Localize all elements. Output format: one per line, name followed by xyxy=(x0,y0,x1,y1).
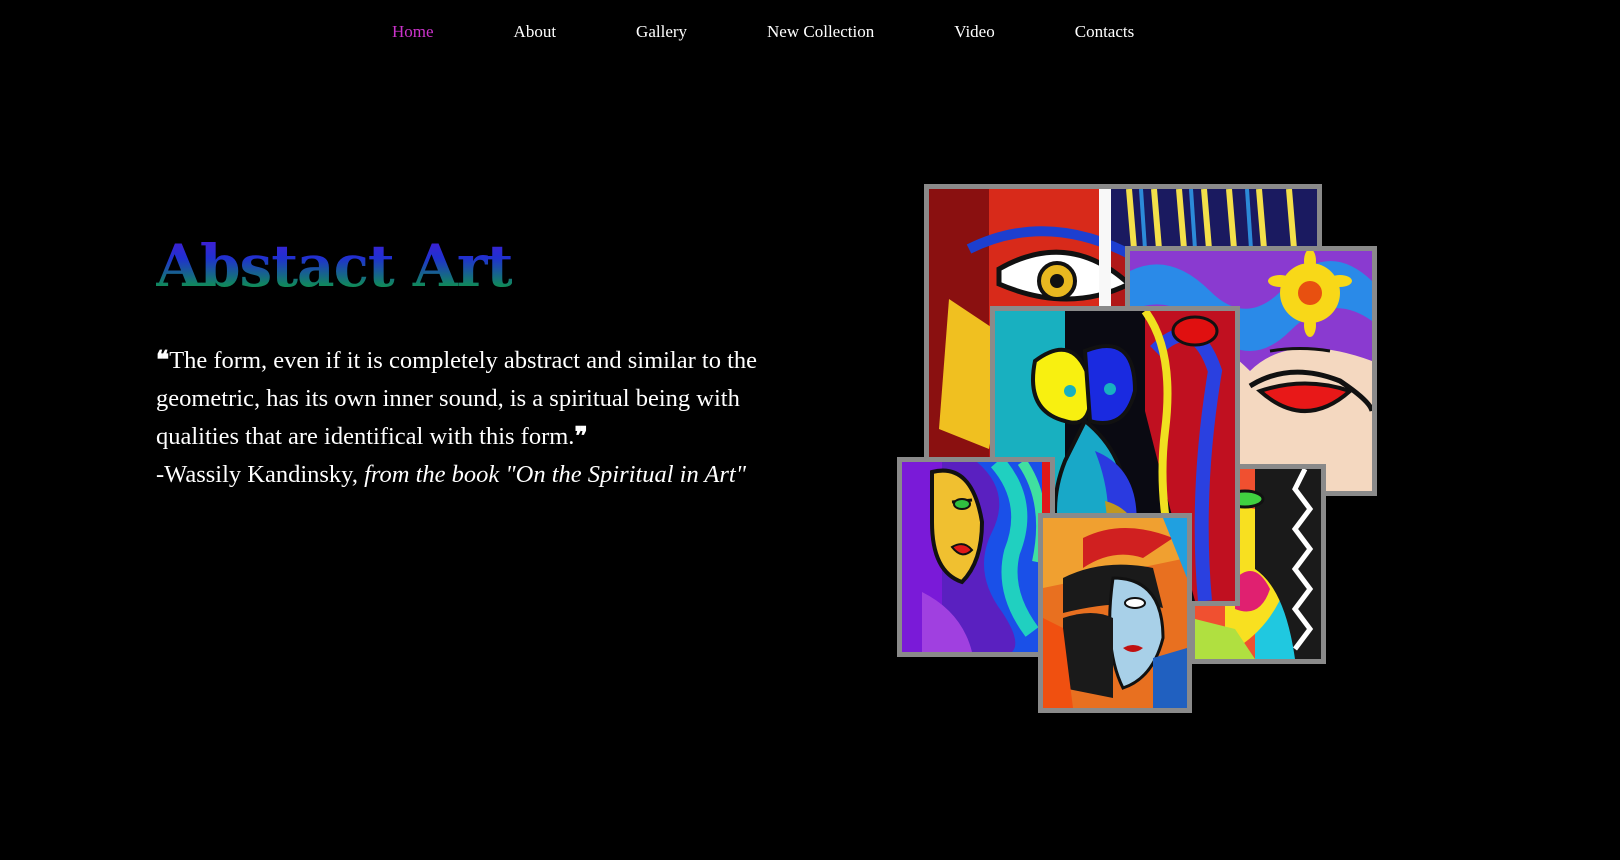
nav-gallery-link[interactable]: Gallery xyxy=(636,20,687,44)
quote-source: from the book "On the Spiritual in Art" xyxy=(364,461,747,488)
hero-quote: ❝The form, even if it is completely abst… xyxy=(156,342,816,494)
nav-new-collection-link[interactable]: New Collection xyxy=(767,20,874,44)
nav-video-link[interactable]: Video xyxy=(954,20,995,44)
nav-contacts-link[interactable]: Contacts xyxy=(1075,20,1135,44)
quote-author: -Wassily Kandinsky, xyxy=(156,461,365,488)
quote-open-mark: ❝ xyxy=(156,347,170,374)
painting-blue-hair-woman[interactable] xyxy=(897,457,1055,657)
nav-home-link[interactable]: Home xyxy=(392,20,434,44)
painting-hat-face-image xyxy=(1043,518,1187,708)
quote-close-mark: ❞ xyxy=(574,423,588,450)
hero-title: Abstact Art xyxy=(156,226,513,306)
main-nav: Home About Gallery New Collection Video … xyxy=(392,20,1134,44)
painting-hat-face[interactable] xyxy=(1038,513,1192,713)
nav-about-link[interactable]: About xyxy=(514,20,557,44)
painting-blue-hair-woman-image xyxy=(902,462,1050,652)
quote-text: The form, even if it is completely abstr… xyxy=(156,347,758,450)
